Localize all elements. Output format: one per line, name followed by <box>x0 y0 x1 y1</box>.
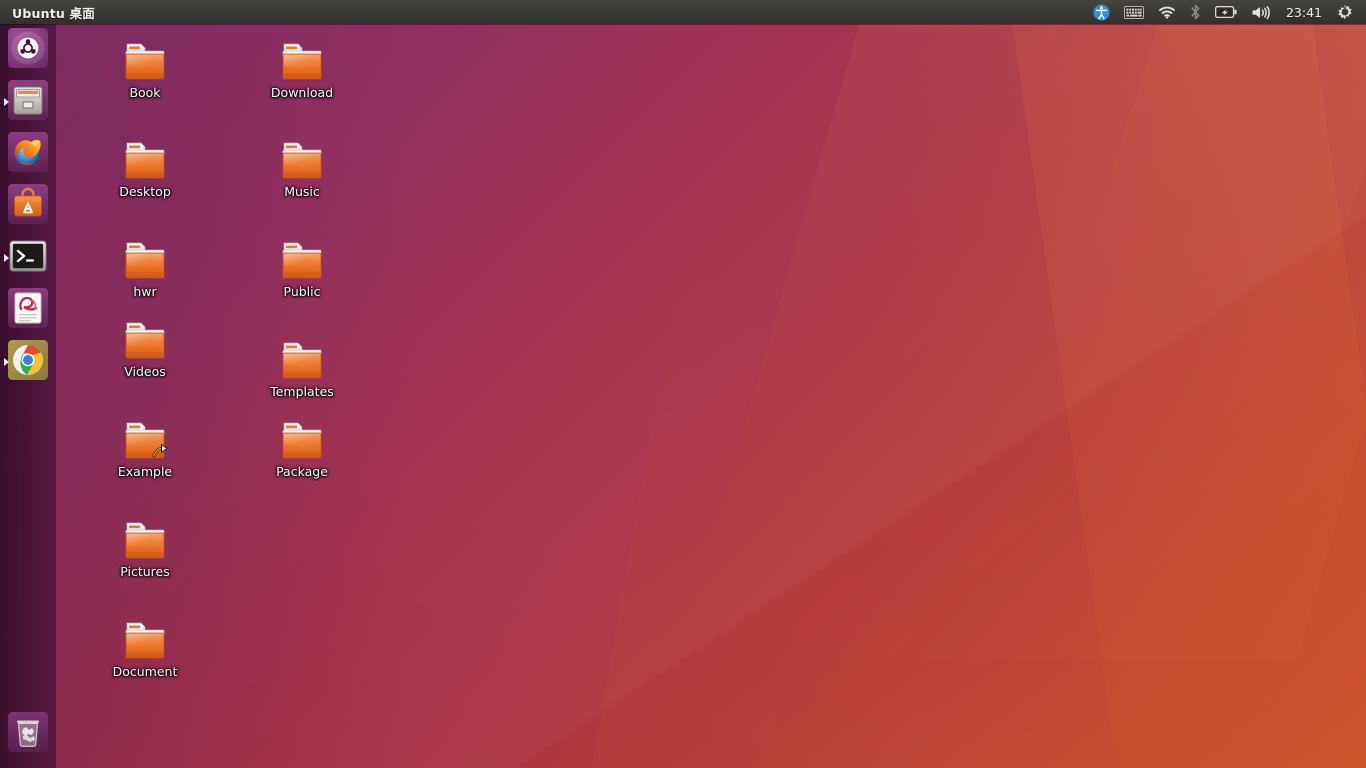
desktop-icon-package[interactable]: Package <box>247 419 357 479</box>
folder-icon <box>278 419 326 461</box>
files-icon <box>8 80 48 120</box>
top-panel: Ubuntu 桌面 23:41 <box>0 0 1366 24</box>
desktop-icon-label: Templates <box>270 384 334 399</box>
launcher-item-ubuntu-software[interactable] <box>4 184 52 232</box>
panel-indicator-area: 23:41 <box>1086 0 1366 24</box>
desktop-icon-label: Book <box>129 85 161 100</box>
folder-icon <box>121 319 169 361</box>
desktop-icon-download[interactable]: Download <box>247 40 357 100</box>
symlink-badge-icon <box>152 443 168 459</box>
panel-title: Ubuntu 桌面 <box>12 5 95 21</box>
panel-volume-icon[interactable] <box>1244 0 1278 24</box>
desktop-icon-label: Download <box>270 85 334 100</box>
panel-battery-icon[interactable] <box>1208 0 1244 24</box>
folder-icon <box>278 339 326 381</box>
folder-icon <box>121 519 169 561</box>
launcher-item-document-viewer[interactable] <box>4 288 52 336</box>
desktop-icon-label: Videos <box>124 364 166 379</box>
desktop-icon-label: Desktop <box>119 184 171 199</box>
panel-bluetooth-icon[interactable] <box>1183 0 1208 24</box>
folder-icon <box>121 139 169 181</box>
desktop-icon-music[interactable]: Music <box>247 139 357 199</box>
desktop-icon-public[interactable]: Public <box>247 239 357 299</box>
panel-session-gear-icon[interactable] <box>1330 0 1360 24</box>
folder-icon <box>121 419 169 461</box>
desktop-icon-label: Music <box>284 184 320 199</box>
desktop-icon-videos[interactable]: Videos <box>90 319 200 379</box>
desktop-icon-label: Document <box>112 664 178 679</box>
launcher-item-firefox[interactable] <box>4 132 52 180</box>
panel-wifi-icon[interactable] <box>1151 0 1183 24</box>
desktop-icon-hwr[interactable]: hwr <box>90 239 200 299</box>
launcher-item-terminal[interactable] <box>4 236 52 284</box>
launcher-item-files[interactable] <box>4 80 52 128</box>
folder-icon <box>278 139 326 181</box>
launcher-item-google-chrome[interactable] <box>4 340 52 388</box>
running-indicator-icon <box>4 98 9 106</box>
desktop-icon-label: Example <box>117 464 173 479</box>
ubuntu-software-icon <box>8 184 48 224</box>
launcher-item-dash-home[interactable] <box>4 28 52 76</box>
dash-home-icon <box>8 28 48 68</box>
document-viewer-icon <box>8 288 48 328</box>
launcher-item-trash[interactable] <box>4 712 52 760</box>
panel-accessibility-icon[interactable] <box>1086 0 1117 24</box>
desktop-icon-desktop[interactable]: Desktop <box>90 139 200 199</box>
folder-icon <box>121 619 169 661</box>
desktop-icon-templates[interactable]: Templates <box>247 339 357 399</box>
firefox-icon <box>8 132 48 172</box>
unity-launcher <box>0 24 56 768</box>
desktop-icon-pictures[interactable]: Pictures <box>90 519 200 579</box>
folder-icon <box>278 239 326 281</box>
panel-clock[interactable]: 23:41 <box>1278 5 1330 20</box>
trash-icon <box>8 712 48 752</box>
desktop-icon-label: Public <box>283 284 321 299</box>
desktop-icon-label: Package <box>276 464 328 479</box>
terminal-icon <box>8 236 48 276</box>
desktop-icon-label: hwr <box>133 284 157 299</box>
panel-keyboard-input-icon[interactable] <box>1117 0 1151 24</box>
desktop-icon-book[interactable]: Book <box>90 40 200 100</box>
desktop-icon-label: Pictures <box>120 564 170 579</box>
desktop-icon-example[interactable]: Example <box>90 419 200 479</box>
folder-icon <box>278 40 326 82</box>
google-chrome-icon <box>8 340 48 380</box>
folder-icon <box>121 40 169 82</box>
running-indicator-icon <box>4 358 9 366</box>
desktop-icon-document[interactable]: Document <box>90 619 200 679</box>
folder-icon <box>121 239 169 281</box>
desktop-icon-layer: Book Download Desktop Music hwr Public Videos T… <box>0 24 1366 768</box>
running-indicator-icon <box>4 254 9 262</box>
